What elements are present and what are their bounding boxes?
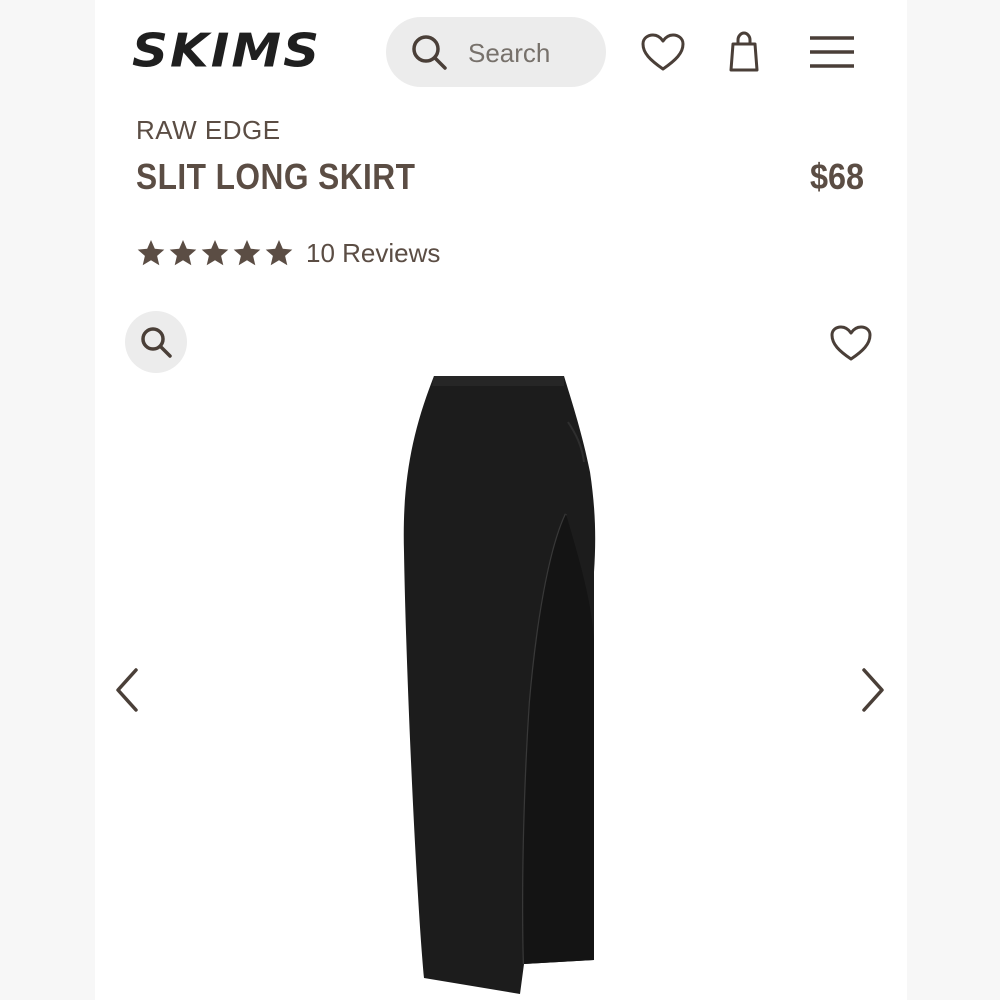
star-icon xyxy=(169,240,197,266)
search-icon xyxy=(412,35,447,70)
product-image[interactable] xyxy=(398,372,602,994)
skirt-waistband xyxy=(432,376,564,386)
star-icon xyxy=(233,240,261,266)
zoom-icon xyxy=(141,327,172,358)
star-rating[interactable] xyxy=(136,238,294,268)
product-collection: RAW EDGE xyxy=(136,115,281,145)
search-bar[interactable]: Search xyxy=(386,17,606,87)
search-placeholder: Search xyxy=(468,38,551,68)
skims-logo[interactable]: SKIMS xyxy=(132,26,321,76)
menu-icon[interactable] xyxy=(808,34,856,70)
star-icon xyxy=(137,240,165,266)
favorite-heart-icon[interactable] xyxy=(829,323,873,363)
star-icon xyxy=(201,240,229,266)
shopping-bag-icon[interactable] xyxy=(724,30,764,74)
star-icon xyxy=(265,240,293,266)
product-title: SLIT LONG SKIRT xyxy=(136,156,416,197)
chevron-left-icon[interactable] xyxy=(108,664,148,716)
chevron-right-icon[interactable] xyxy=(852,664,892,716)
wishlist-heart-icon[interactable] xyxy=(640,32,686,72)
product-price: $68 xyxy=(809,156,864,197)
zoom-button[interactable] xyxy=(125,311,187,373)
reviews-link[interactable]: 10 Reviews xyxy=(306,238,440,269)
